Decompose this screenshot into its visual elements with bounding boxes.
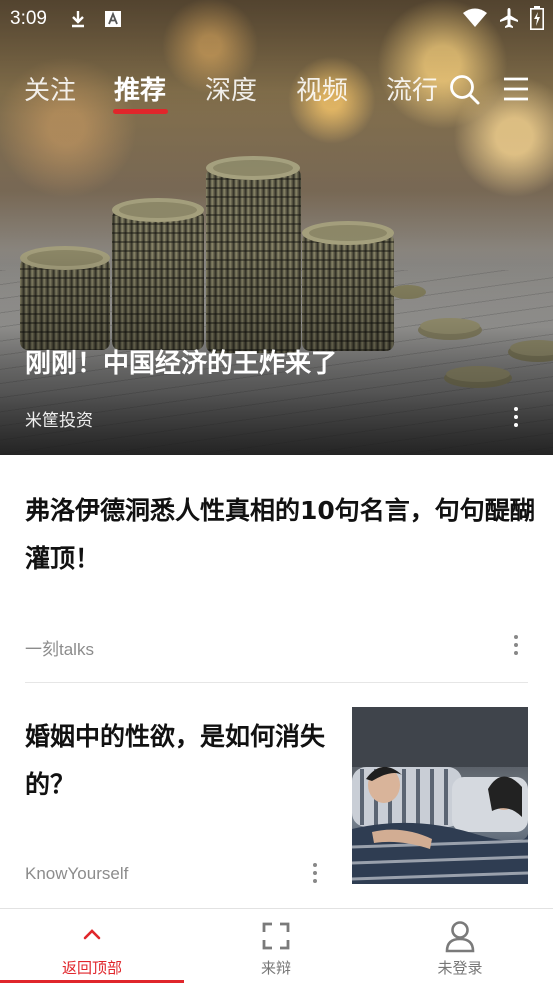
status-bar: 3:09	[0, 0, 553, 38]
article-source: 一刻talks	[25, 640, 94, 659]
a-notification-icon	[105, 11, 121, 27]
article-source: KnowYourself	[25, 864, 129, 883]
bottom-bar: 返回顶部 来辩 未登录	[0, 908, 553, 984]
login-label: 未登录	[437, 959, 483, 977]
more-options-icon[interactable]	[511, 407, 521, 431]
hero-banner[interactable]: 3:09 关注 推荐 深度 视频 流行 刚刚！中国经济的王炸来了 米筐投资	[0, 0, 553, 455]
menu-icon[interactable]	[500, 72, 534, 106]
tab-liuxing-clip: 流行	[386, 60, 446, 120]
article-title: 弗洛伊德洞悉人性真相的10句名言，句句醍醐灌顶！	[25, 496, 535, 573]
more-options-icon[interactable]	[511, 635, 521, 659]
tab-guanzhu[interactable]: 关注	[24, 70, 76, 107]
status-time: 3:09	[10, 8, 47, 29]
airplane-mode-icon	[500, 8, 518, 28]
active-tab-indicator	[113, 109, 168, 114]
tab-shipin[interactable]: 视频	[296, 70, 348, 107]
top-nav: 关注 推荐 深度 视频 流行	[0, 60, 553, 120]
frame-corners-icon	[262, 922, 290, 950]
tab-shendu[interactable]: 深度	[205, 70, 257, 107]
tab-liuxing[interactable]: 流行	[386, 70, 438, 107]
back-to-top-label: 返回顶部	[61, 959, 122, 977]
chevron-up-icon	[83, 929, 101, 940]
more-options-icon[interactable]	[310, 863, 320, 887]
wifi-icon	[463, 8, 487, 27]
hero-source: 米筐投资	[25, 411, 93, 431]
article-card[interactable]: 婚姻中的性欲，是如何消失的？ KnowYourself	[0, 683, 553, 908]
couple-sleeping-image	[352, 707, 528, 884]
login-button[interactable]: 未登录	[368, 909, 552, 984]
battery-charging-icon	[530, 6, 544, 30]
user-icon	[445, 921, 475, 953]
search-icon[interactable]	[447, 72, 481, 106]
debate-label: 来辩	[260, 959, 291, 977]
debate-button[interactable]: 来辩	[184, 909, 368, 984]
article-card[interactable]: 弗洛伊德洞悉人性真相的10句名言，句句醍醐灌顶！ 一刻talks	[0, 455, 553, 683]
tab-tuijian[interactable]: 推荐	[114, 70, 166, 107]
back-to-top-button[interactable]: 返回顶部	[0, 909, 184, 984]
download-icon	[72, 11, 84, 28]
article-title: 婚姻中的性欲，是如何消失的？	[25, 722, 326, 799]
article-thumbnail	[352, 707, 528, 884]
hero-title[interactable]: 刚刚！中国经济的王炸来了	[25, 343, 337, 380]
